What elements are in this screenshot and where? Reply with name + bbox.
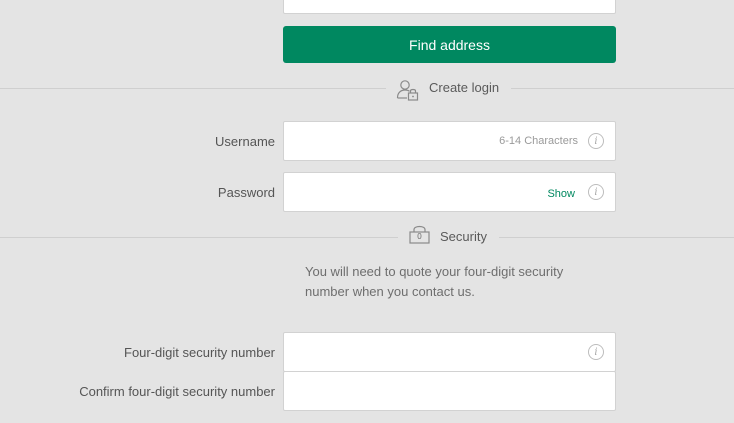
- create-login-divider-right: [511, 88, 734, 89]
- address-input[interactable]: [283, 0, 616, 14]
- padlock-digit: 0: [417, 232, 422, 241]
- find-address-button[interactable]: Find address: [283, 26, 616, 63]
- security-divider-left: [0, 237, 398, 238]
- confirm-four-digit-input[interactable]: [283, 371, 616, 411]
- username-label: Username: [215, 134, 275, 149]
- password-label: Password: [217, 185, 275, 200]
- password-input[interactable]: Show i: [283, 172, 616, 212]
- padlock-icon: 0: [409, 224, 430, 244]
- four-digit-info-icon[interactable]: i: [588, 344, 604, 360]
- username-hint: 6-14 Characters: [499, 135, 578, 147]
- create-login-divider-left: [0, 88, 386, 89]
- security-divider-right: [499, 237, 734, 238]
- confirm-four-digit-label: Confirm four-digit security number: [79, 384, 275, 399]
- security-heading: Security: [440, 229, 487, 244]
- security-description: You will need to quote your four-digit s…: [305, 264, 564, 299]
- username-input[interactable]: 6-14 Characters i: [283, 121, 616, 161]
- password-show-toggle[interactable]: Show: [547, 188, 575, 200]
- user-lock-icon: [396, 79, 420, 101]
- four-digit-input[interactable]: i: [283, 332, 616, 372]
- four-digit-label: Four-digit security number: [124, 345, 275, 360]
- password-info-icon[interactable]: i: [588, 184, 604, 200]
- create-login-heading: Create login: [429, 80, 500, 95]
- username-info-icon[interactable]: i: [588, 133, 604, 149]
